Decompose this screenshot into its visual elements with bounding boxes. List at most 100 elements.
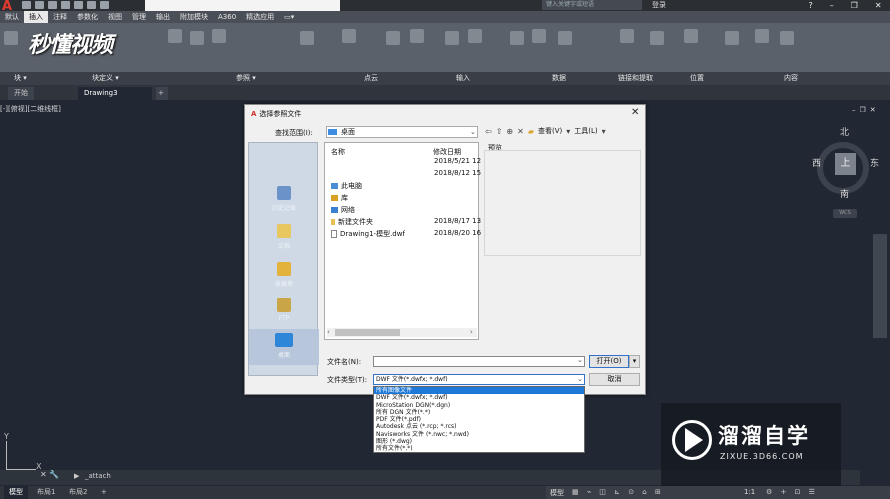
- new-folder-icon[interactable]: ▰: [528, 127, 534, 136]
- ribbon-tool-icon[interactable]: [684, 29, 698, 43]
- command-text[interactable]: _attach: [85, 472, 111, 480]
- place-ftp[interactable]: FTP: [249, 298, 319, 322]
- undo-icon[interactable]: [87, 1, 96, 9]
- ribbon-tab[interactable]: 视图: [103, 11, 127, 23]
- scroll-right-icon[interactable]: ›: [470, 328, 473, 336]
- place-favorites[interactable]: 收藏夹: [249, 262, 319, 288]
- navigation-bar[interactable]: [873, 234, 887, 338]
- cancel-button[interactable]: 取消: [589, 373, 640, 386]
- close-icon[interactable]: ✕: [875, 0, 882, 11]
- ribbon-tool-icon[interactable]: [190, 31, 204, 45]
- file-row[interactable]: Drawing1-模型.dwf 2018/8/20 16: [329, 229, 481, 240]
- back-icon[interactable]: ⇦: [485, 127, 492, 136]
- scrollbar-thumb[interactable]: [335, 329, 400, 336]
- compass-west[interactable]: 西: [812, 156, 821, 169]
- open-options-arrow-icon[interactable]: ▾: [629, 355, 640, 368]
- view-dropdown-arrow-icon[interactable]: ▾: [566, 127, 570, 136]
- ribbon-tool-icon[interactable]: [510, 31, 524, 45]
- ribbon-tool-icon[interactable]: [168, 29, 182, 43]
- compass-north[interactable]: 北: [840, 125, 849, 138]
- ribbon-tool-icon[interactable]: [300, 31, 314, 45]
- ribbon-tab[interactable]: 输出: [151, 11, 175, 23]
- minimize-viewport-icon[interactable]: –: [852, 106, 856, 114]
- file-row[interactable]: 网络: [329, 205, 479, 216]
- tab-start[interactable]: 开始: [8, 87, 34, 100]
- help-icon[interactable]: ?: [808, 0, 812, 11]
- delete-icon[interactable]: ✕: [517, 127, 524, 136]
- open-file-icon[interactable]: [35, 1, 44, 9]
- ribbon-panel-title[interactable]: 参照 ▾: [236, 73, 256, 83]
- file-list[interactable]: 名称 修改日期 2018/5/21 12 2018/8/12 15 此电脑 库 …: [324, 142, 481, 340]
- ribbon-panel-title[interactable]: 位置: [690, 73, 704, 83]
- ribbon-panel-title[interactable]: 链接和提取: [618, 73, 653, 83]
- ribbon-tool-icon[interactable]: [410, 29, 424, 43]
- ribbon-tool-icon[interactable]: [445, 31, 459, 45]
- tools-dropdown-arrow-icon[interactable]: ▾: [602, 127, 606, 136]
- ribbon-tool-icon[interactable]: [755, 29, 769, 43]
- restore-icon[interactable]: ❐: [851, 0, 858, 11]
- lookin-dropdown-arrow-icon[interactable]: ⌄: [470, 128, 476, 136]
- add-layout-button[interactable]: +: [96, 486, 112, 499]
- close-commandline-icon[interactable]: ✕ 🔧: [40, 470, 59, 479]
- filetype-option[interactable]: DWF 文件(*.dwfx; *.dwf): [374, 394, 584, 401]
- file-row[interactable]: 2018/5/21 12: [329, 157, 481, 168]
- new-file-icon[interactable]: [22, 1, 31, 9]
- ribbon-panel-title[interactable]: 块定义 ▾: [92, 73, 119, 83]
- open-button[interactable]: 打开(O): [589, 355, 629, 368]
- redo-icon[interactable]: [100, 1, 109, 9]
- ribbon-panel-title[interactable]: 内容: [784, 73, 798, 83]
- ribbon-tab[interactable]: A360: [213, 11, 241, 23]
- view-menu[interactable]: 查看(V): [538, 126, 562, 136]
- filetype-option[interactable]: Autodesk 点云 (*.rcp; *.rcs): [374, 423, 584, 430]
- place-history[interactable]: 历史记录: [249, 186, 319, 212]
- ribbon-tool-icon[interactable]: [725, 31, 739, 45]
- ribbon-tool-icon[interactable]: [468, 29, 482, 43]
- ribbon-panel-title[interactable]: 块 ▾: [14, 73, 27, 83]
- column-date-header[interactable]: 修改日期: [433, 147, 461, 157]
- ribbon-panel-title[interactable]: 点云: [364, 73, 378, 83]
- place-desktop[interactable]: 桌面: [249, 329, 319, 365]
- tab-layout2[interactable]: 布局2: [64, 486, 92, 499]
- viewport-label[interactable]: [-][俯视][二维线框]: [0, 104, 61, 114]
- tools-menu[interactable]: 工具(L): [574, 126, 597, 136]
- save-icon[interactable]: [48, 1, 57, 9]
- restore-viewport-icon[interactable]: ❐: [860, 106, 866, 114]
- ribbon-tool-icon[interactable]: [532, 29, 546, 43]
- ribbon-tool-icon[interactable]: [620, 29, 634, 43]
- viewcube-top-face[interactable]: 上: [835, 153, 856, 175]
- dialog-close-icon[interactable]: ✕: [631, 107, 639, 118]
- ribbon-tab[interactable]: 附加模块: [175, 11, 213, 23]
- file-row[interactable]: 库: [329, 193, 479, 204]
- search-input[interactable]: 键入关键字或短语: [542, 0, 642, 10]
- filetype-option[interactable]: Navisworks 文件 (*.nwc; *.nwd): [374, 431, 584, 438]
- drafting-tools-icons[interactable]: ▦ ⌁ ◫ ⊾ ⊙ ⌂ ⊞: [572, 488, 664, 496]
- ribbon-options-icon[interactable]: ▭▾: [279, 11, 299, 23]
- lookin-select[interactable]: 桌面: [326, 126, 478, 138]
- column-name-header[interactable]: 名称: [331, 147, 345, 157]
- minimize-icon[interactable]: –: [830, 0, 834, 11]
- ribbon-panel-title[interactable]: 输入: [456, 73, 470, 83]
- ribbon-tab[interactable]: 插入: [24, 11, 48, 23]
- file-row[interactable]: 此电脑: [329, 181, 479, 192]
- ribbon-tab[interactable]: 精选应用: [241, 11, 279, 23]
- filetype-option[interactable]: MicroStation DGN(*.dgn): [374, 402, 584, 409]
- ribbon-tool-icon[interactable]: [558, 31, 572, 45]
- ribbon-panel-title[interactable]: 数据: [552, 73, 566, 83]
- compass-south[interactable]: 南: [840, 187, 849, 200]
- ribbon-tool-icon[interactable]: [386, 31, 400, 45]
- workspace-icons[interactable]: ⚙ + ⊡ ☰: [766, 488, 818, 496]
- ribbon-tab[interactable]: 注释: [48, 11, 72, 23]
- ribbon-tool-icon[interactable]: [780, 31, 794, 45]
- tab-drawing3[interactable]: Drawing3: [78, 87, 152, 100]
- ribbon-tab[interactable]: 参数化: [72, 11, 103, 23]
- ribbon-tool-icon[interactable]: [212, 29, 226, 43]
- filetype-select[interactable]: DWF 文件(*.dwfx; *.dwf): [373, 374, 585, 385]
- ribbon-tab[interactable]: 默认: [0, 11, 24, 23]
- annotation-scale[interactable]: 1:1: [744, 488, 755, 496]
- close-viewport-icon[interactable]: ✕: [870, 106, 876, 114]
- ribbon-tool-icon[interactable]: [650, 31, 664, 45]
- file-row[interactable]: 2018/8/12 15: [329, 169, 481, 180]
- save-as-icon[interactable]: [61, 1, 70, 9]
- wcs-menu[interactable]: WCS: [833, 209, 857, 218]
- filename-input[interactable]: [373, 356, 585, 367]
